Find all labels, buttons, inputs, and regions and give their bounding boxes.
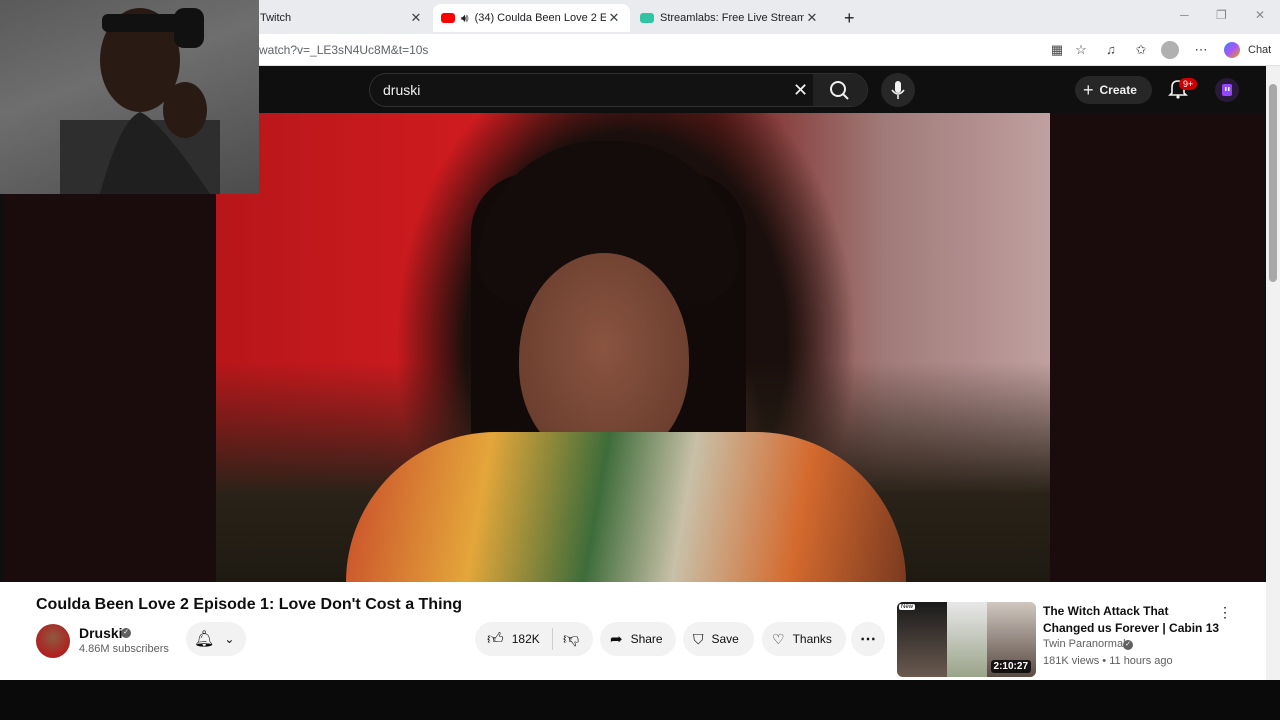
recommended-meta: 181K views • 11 hours ago [1043,655,1173,667]
like-dislike-group: 👍︎ 182K 👎︎ [475,622,593,656]
thanks-label: Thanks [792,632,832,646]
share-label: Share [630,632,663,646]
verified-icon: ✓ [121,628,131,638]
notification-badge: 9+ [1179,78,1198,90]
share-button[interactable]: ➦ Share [600,622,676,656]
share-icon: ➦ [610,631,623,648]
restore-icon[interactable]: ❐ [1216,8,1227,22]
video-frame [216,113,1050,582]
recommended-thumbnail[interactable]: New 2:10:27 [897,602,1036,677]
window-close-icon[interactable]: ✕ [1255,8,1265,22]
more-menu-icon[interactable]: ⋯ [1192,41,1210,59]
thumbnail-center [947,602,987,677]
speaker-icon[interactable]: 🔊︎ [461,11,469,26]
webcam-person [60,8,220,194]
page-scrollbar[interactable] [1266,66,1280,680]
more-vertical-icon[interactable]: ⋮ [1218,604,1232,621]
close-icon[interactable]: ✕ [408,10,424,26]
subscribe-bell-button[interactable]: 🔔︎ ⌄ [186,622,246,656]
chat-label[interactable]: Chat [1248,44,1271,56]
thumbs-up-icon: 👍︎ [487,630,504,648]
new-tab-icon[interactable]: + [836,4,858,32]
tab-label: (34) Coulda Been Love 2 Episode [474,12,606,24]
app-grid-icon[interactable]: ▦ [1048,41,1066,59]
more-horizontal-icon: ⋯ [860,631,876,648]
url-field[interactable]: watch?v=_LE3sN4Uc8M&t=10s [259,43,428,57]
tab-twitch[interactable]: Twitch ✕ [252,4,432,32]
recommended-channel[interactable]: Twin Paranormal [1043,638,1126,650]
microphone-icon [891,81,905,99]
tab-label: Streamlabs: Free Live Streaming & [660,12,804,24]
tab-label: Twitch [260,12,292,24]
favorites-icon[interactable]: ✩ [1132,41,1150,59]
youtube-icon [441,13,455,23]
more-actions-button[interactable]: ⋯ [851,622,885,656]
subscriber-count: 4.86M subscribers [79,643,169,655]
bell-icon: 🔔︎ [194,631,215,648]
new-tag: New [899,604,916,610]
save-label: Save [711,632,739,646]
bookmark-icon: ⛉ [693,630,704,647]
chevron-down-icon: ⌄ [224,632,235,646]
profile-icon[interactable] [1161,41,1179,59]
voice-search-button[interactable] [881,73,915,107]
video-duration: 2:10:27 [990,660,1031,673]
create-label: Create [1099,83,1137,97]
account-avatar[interactable] [1215,78,1239,102]
extension-icon[interactable]: ♫ [1102,41,1120,59]
webcam-overlay [0,0,259,194]
scrollbar-thumb[interactable] [1269,84,1277,282]
favorite-star-icon[interactable]: ☆ [1072,41,1090,59]
minimize-icon[interactable]: ─ [1180,8,1189,22]
tab-youtube[interactable]: 🔊︎ (34) Coulda Been Love 2 Episode ✕ [433,4,630,32]
search-icon [830,81,849,100]
channel-name[interactable]: Druski [79,625,123,641]
thumbnail-person-left [897,602,947,677]
thanks-button[interactable]: ♡ Thanks [762,622,846,656]
search-box[interactable]: druski ✕ [369,73,868,107]
close-icon[interactable]: ✕ [606,10,622,26]
close-icon[interactable]: ✕ [804,10,820,26]
screen-bottom-bar [0,680,1280,720]
like-count: 182K [511,632,540,646]
tab-streamlabs[interactable]: Streamlabs: Free Live Streaming & ✕ [632,4,828,32]
search-button[interactable] [813,74,867,106]
create-button[interactable]: + Create [1075,76,1152,104]
like-button[interactable]: 👍︎ 182K [475,628,553,650]
channel-avatar[interactable] [36,624,70,658]
video-title: Coulda Been Love 2 Episode 1: Love Don't… [36,596,463,613]
video-subject-shirt [346,432,906,582]
video-details: Coulda Been Love 2 Episode 1: Love Don't… [0,582,1266,680]
verified-icon: ✓ [1123,640,1133,650]
copilot-icon[interactable] [1224,42,1240,58]
streamlabs-icon [640,13,654,23]
clear-search-icon[interactable]: ✕ [793,80,808,101]
thanks-heart-icon: ♡ [772,630,785,647]
recommended-title[interactable]: The Witch Attack That Changed us Forever… [1043,603,1221,637]
plus-icon: + [1083,79,1094,100]
twitch-logo-icon [1222,84,1232,96]
save-button[interactable]: ⛉ Save [683,622,754,656]
search-input[interactable]: druski [383,82,420,98]
dislike-button[interactable]: 👎︎ [563,630,579,649]
screen: Twitch ✕ 🔊︎ (34) Coulda Been Love 2 Epis… [0,0,1280,720]
